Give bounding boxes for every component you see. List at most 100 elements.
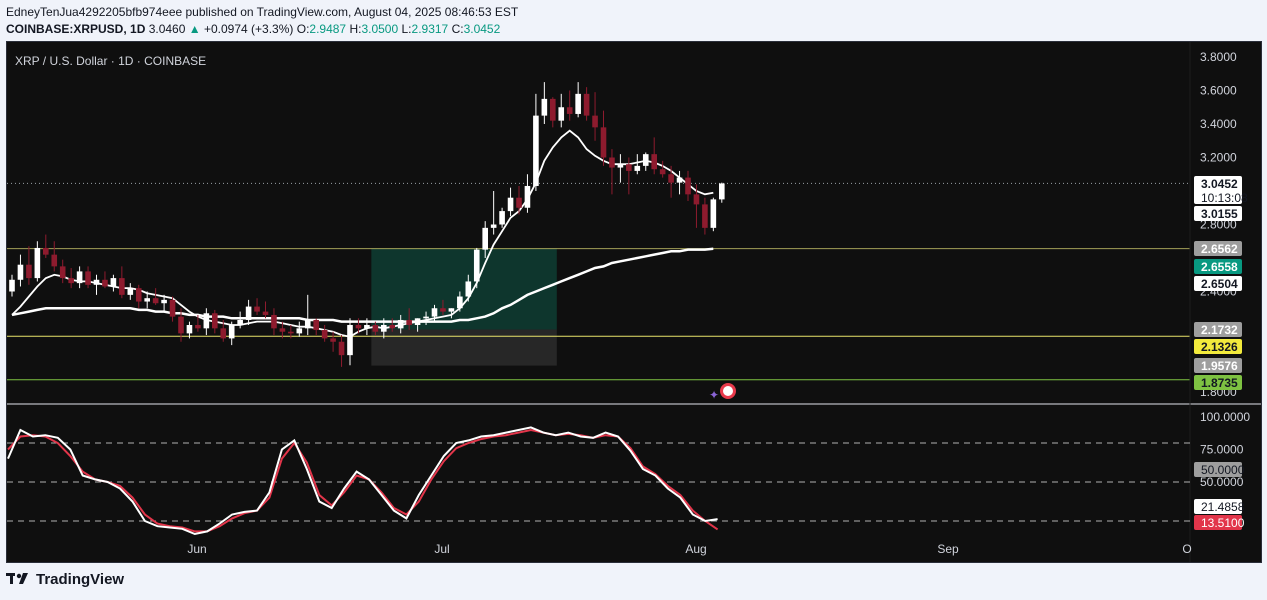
candle-body (271, 314, 277, 329)
price-tick: 3.4000 (1200, 117, 1237, 131)
tradingview-icon (6, 572, 28, 584)
candle-body (288, 331, 294, 334)
price-label: 1.9576 (1201, 359, 1238, 373)
candle-body (321, 330, 328, 339)
candle-body (119, 278, 125, 295)
candle-body (440, 308, 446, 312)
stoch-label: 50.0000 (1201, 463, 1245, 477)
candle-body (651, 154, 657, 170)
candle-body (178, 316, 184, 334)
candle-body (26, 264, 32, 279)
tradingview-logo[interactable]: TradingView (6, 571, 124, 588)
candle-body (169, 299, 176, 317)
candle-body (575, 93, 581, 114)
candle-body (414, 318, 421, 325)
candle-body (68, 278, 74, 284)
candle-body (642, 154, 649, 166)
candle-body (381, 325, 387, 332)
candle-body (34, 247, 41, 279)
candle-body (710, 199, 717, 228)
candle-body (85, 271, 91, 285)
candle-body (127, 288, 134, 295)
stochastic-d-line (7, 428, 719, 533)
candle-body (186, 325, 193, 334)
candle-body (144, 298, 150, 302)
time-tick: Aug (685, 542, 706, 556)
candle-body (550, 98, 556, 121)
candle-body (330, 338, 336, 342)
stoch-tick: 100.0000 (1200, 410, 1250, 424)
candle-body (161, 299, 167, 304)
candle-body (93, 279, 100, 285)
candle-body (59, 266, 66, 279)
tradingview-brand: TradingView (36, 571, 125, 588)
chart-title: XRP / U.S. Dollar · 1D · COINBASE (15, 54, 207, 68)
candle-body (254, 306, 260, 312)
candle-body (423, 316, 429, 319)
stoch-label: 21.4858 (1201, 500, 1245, 514)
candle-body (600, 127, 607, 158)
stoch-tick: 50.0000 (1200, 475, 1244, 489)
candle-body (212, 313, 218, 329)
candle-body (566, 107, 573, 114)
candle-body (626, 164, 632, 171)
candle-body (524, 185, 531, 208)
candle-body (516, 197, 522, 208)
candle-body (583, 93, 590, 116)
candle-body (693, 194, 700, 205)
price-label: 3.0155 (1201, 207, 1238, 221)
candle-body (313, 319, 319, 331)
price-tick: 3.8000 (1200, 50, 1237, 64)
position-box-gray (371, 329, 557, 366)
candle-body (195, 325, 201, 329)
candle-body (43, 247, 49, 255)
candle-body (685, 177, 691, 195)
candle-body (719, 183, 725, 200)
price-label: 2.6504 (1201, 277, 1238, 291)
position-box-green (371, 248, 557, 330)
candle-body (465, 281, 472, 297)
candle-body (102, 279, 108, 287)
price-tick: 3.6000 (1200, 84, 1237, 98)
candle-body (9, 279, 15, 292)
time-tick: Sep (937, 542, 959, 556)
candle-body (397, 319, 404, 329)
candle-body (431, 308, 438, 317)
candle-body (541, 98, 548, 116)
candle-body (364, 325, 370, 329)
candle-body (499, 211, 505, 225)
candle-body (457, 296, 463, 309)
price-label: 2.1326 (1201, 340, 1238, 354)
moving-average-slow (11, 247, 714, 323)
candle-body (668, 174, 674, 183)
settings-icon: O (1182, 542, 1191, 556)
candle-body (389, 325, 396, 329)
candle-body (448, 308, 455, 312)
price-tick: 3.2000 (1200, 151, 1237, 165)
candle-body (76, 271, 83, 284)
candle-body (473, 249, 480, 282)
candle-body (347, 325, 353, 356)
sparkle-icon: ✦ (709, 388, 719, 402)
candle-body (702, 204, 708, 228)
candle-body (152, 298, 159, 304)
price-chart[interactable]: ✦3.80003.60003.40003.20002.80002.40001.8… (0, 0, 1267, 600)
us-event-icon-inner (723, 386, 733, 396)
candle-body (659, 169, 666, 175)
candle-body (245, 306, 252, 320)
time-tick: Jun (187, 542, 206, 556)
candle-body (533, 115, 539, 186)
candle-body (17, 264, 24, 280)
candle-body (676, 177, 683, 183)
candle-body (296, 328, 303, 334)
candle-body (304, 319, 311, 329)
candle-body (490, 224, 497, 228)
candle-body (110, 278, 117, 287)
price-label: 1.8735 (1201, 376, 1238, 390)
candle-body (406, 319, 412, 325)
candle-body (203, 313, 210, 329)
time-tick: Jul (434, 542, 449, 556)
price-label: 3.0452 (1201, 177, 1238, 191)
main-pane (7, 82, 1190, 381)
candle-body (507, 197, 514, 212)
